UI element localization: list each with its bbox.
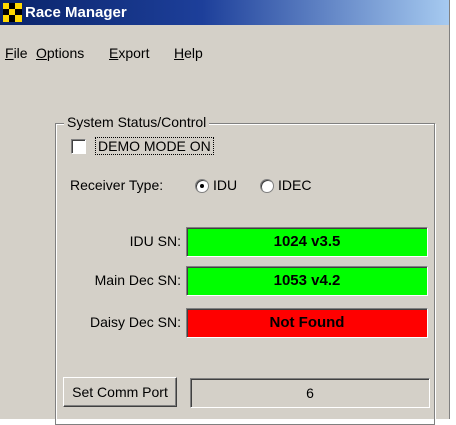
receiver-idec-label[interactable]: IDEC [278, 177, 311, 193]
menu-bar: File Options Export Help [0, 25, 449, 64]
receiver-type-label: Receiver Type: [70, 177, 164, 193]
system-status-group-label: System Status/Control [64, 114, 210, 130]
idu-sn-label: IDU SN: [129, 233, 181, 249]
receiver-idec-radio[interactable] [260, 179, 274, 193]
menu-file-label: ile [13, 45, 28, 61]
menu-options[interactable]: Options [36, 45, 84, 61]
menu-file[interactable]: File [5, 45, 28, 61]
menu-export-mnemonic: E [109, 45, 119, 61]
menu-export-label: xport [118, 45, 150, 61]
checkered-flag-icon [3, 3, 22, 22]
menu-help-mnemonic: H [174, 45, 185, 61]
menu-help-label: elp [184, 45, 203, 61]
menu-options-mnemonic: O [36, 45, 47, 61]
menu-export[interactable]: Export [109, 45, 149, 61]
daisy-dec-sn-value: Not Found [186, 308, 428, 338]
set-comm-port-button[interactable]: Set Comm Port [63, 377, 177, 407]
race-manager-window: Race Manager File Options Export Help Sy… [0, 0, 456, 425]
demo-mode-checkbox[interactable] [71, 139, 86, 154]
receiver-idu-radio[interactable] [195, 179, 209, 193]
main-dec-sn-value: 1053 v4.2 [186, 266, 428, 296]
window-title: Race Manager [25, 4, 127, 21]
window-edge [449, 0, 450, 419]
title-bar[interactable]: Race Manager [0, 0, 449, 25]
main-dec-sn-label: Main Dec SN: [94, 272, 181, 288]
menu-options-label: ptions [46, 45, 85, 61]
menu-help[interactable]: Help [174, 45, 203, 61]
menu-file-mnemonic: F [5, 45, 14, 61]
receiver-idu-label[interactable]: IDU [213, 177, 237, 193]
comm-port-value: 6 [190, 378, 430, 408]
demo-mode-label[interactable]: DEMO MODE ON [95, 137, 214, 155]
radio-selected-dot-icon [200, 184, 204, 188]
idu-sn-value: 1024 v3.5 [186, 227, 428, 257]
daisy-dec-sn-label: Daisy Dec SN: [89, 314, 181, 330]
main-panel: System Status/Control DEMO MODE ON Recei… [0, 63, 449, 425]
